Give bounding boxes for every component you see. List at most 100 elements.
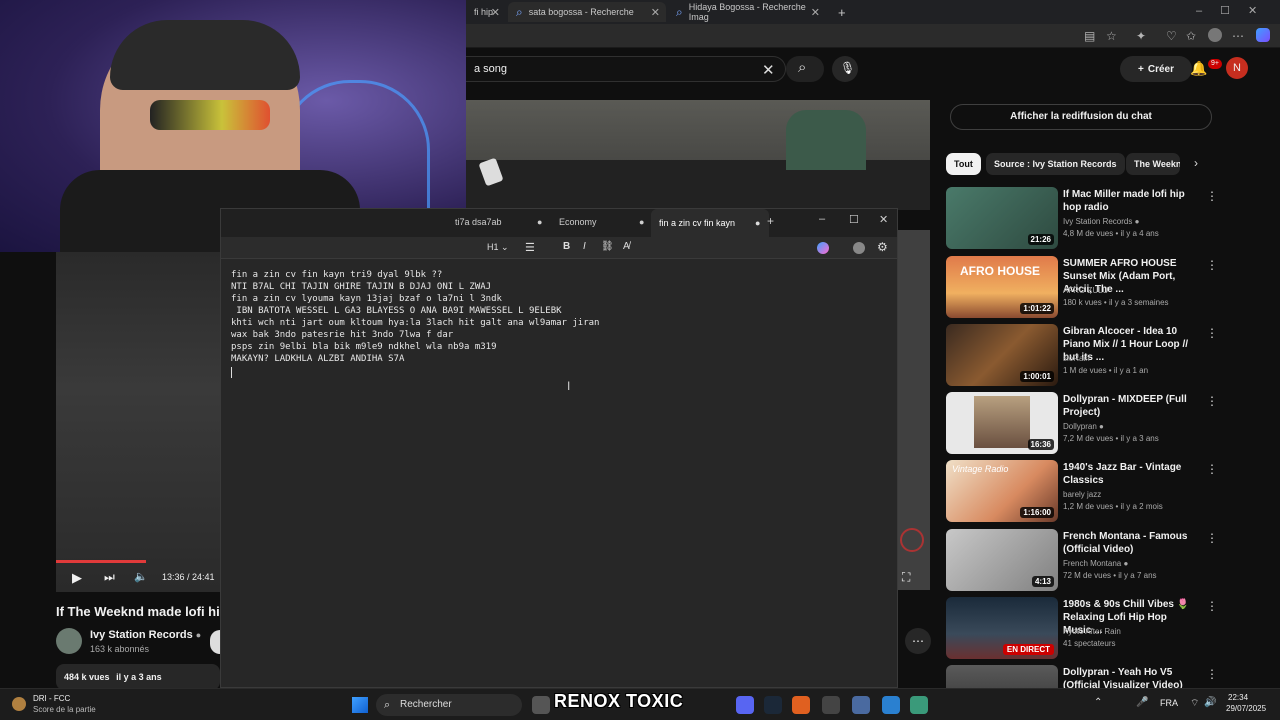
clock-time[interactable]: 22:34	[1228, 693, 1248, 702]
clear-format-icon[interactable]: A̸	[623, 241, 630, 252]
video-title[interactable]: 1940's Jazz Bar - Vintage Classics	[1063, 461, 1195, 487]
chat-replay-button[interactable]: Afficher la rediffusion du chat	[950, 104, 1212, 130]
weather-widget-icon[interactable]	[12, 697, 26, 711]
more-vert-icon[interactable]: ⋮	[1206, 326, 1218, 340]
video-player-top[interactable]	[466, 100, 930, 210]
video-thumbnail[interactable]: 4:13	[946, 529, 1058, 591]
chevron-right-icon[interactable]: ›	[1194, 156, 1198, 170]
more-vert-icon[interactable]: ⋮	[1206, 667, 1218, 681]
channel-name[interactable]: sloRain	[1063, 354, 1090, 363]
chip-source[interactable]: Source : Ivy Station Records	[986, 153, 1125, 175]
voice-search-button[interactable]: 🎙	[832, 56, 858, 82]
steam-icon[interactable]	[764, 696, 782, 714]
close-icon[interactable]: ✕	[811, 6, 820, 19]
discord-icon[interactable]	[736, 696, 754, 714]
list-icon[interactable]: ☰	[525, 241, 535, 254]
chatgpt-icon[interactable]	[822, 696, 840, 714]
video-title[interactable]: French Montana - Famous (Official Video)	[1063, 530, 1195, 556]
close-icon[interactable]: ✕	[651, 6, 660, 19]
channel-name[interactable]: French Montana ●	[1063, 559, 1128, 568]
window-controls[interactable]: –☐✕	[1196, 4, 1275, 17]
search-button[interactable]: ⌕	[786, 56, 824, 82]
bell-icon[interactable]: 🔔	[1190, 60, 1207, 77]
browser-tab-2[interactable]: ⌕ sata bogossa - Recherche ✕	[508, 2, 666, 22]
favorites-icon[interactable]: ♡	[1166, 29, 1177, 43]
more-vert-icon[interactable]: ⋮	[1206, 531, 1218, 545]
video-thumbnail[interactable]: 1:00:01	[946, 324, 1058, 386]
more-vert-icon[interactable]: ⋮	[1206, 258, 1218, 272]
more-vert-icon[interactable]: ⋮	[1206, 462, 1218, 476]
notepad-text-area[interactable]: fin a zin cv fin kayn tri9 dyal 9lbk ?? N…	[231, 269, 599, 365]
bold-icon[interactable]: B	[563, 241, 570, 252]
minimize-icon[interactable]: –	[819, 213, 825, 225]
windows-start-icon[interactable]	[352, 697, 368, 713]
browser-tab-3[interactable]: ⌕ Hidaya Bogossa - Recherche Imag ✕	[668, 2, 826, 22]
video-thumbnail[interactable]: Vintage Radio 1:16:00	[946, 460, 1058, 522]
close-icon[interactable]: ✕	[879, 213, 888, 226]
collections-icon[interactable]: ✩	[1186, 29, 1196, 43]
more-icon[interactable]: ⋯	[905, 628, 931, 654]
italic-icon[interactable]: I	[583, 241, 586, 252]
chip-the-weeknd[interactable]: The Weekn	[1126, 153, 1180, 175]
more-vert-icon[interactable]: ⋮	[1206, 599, 1218, 613]
network-icon[interactable]: ⌔	[1190, 697, 1199, 710]
profile-icon[interactable]	[1208, 28, 1222, 42]
mic-icon[interactable]: 🎤	[1136, 697, 1148, 708]
subscribe-button[interactable]	[210, 630, 220, 654]
video-thumbnail[interactable]: 21:26	[946, 187, 1058, 249]
account-icon[interactable]	[853, 242, 865, 254]
settings-icon[interactable]	[852, 696, 870, 714]
recommendation-item[interactable]: 16:36 Dollypran - MIXDEEP (Full Project)…	[946, 392, 1226, 456]
notepad-tab-1[interactable]: ti7a dsa7ab	[455, 217, 502, 227]
channel-name[interactable]: AFRO ZULU	[1063, 286, 1108, 295]
taskbar-search[interactable]: ⌕ Rechercher	[376, 694, 522, 716]
menu-icon[interactable]: ⋯	[1232, 29, 1244, 43]
close-icon[interactable]: ✕	[762, 61, 775, 79]
maximize-icon[interactable]: ☐	[849, 213, 859, 226]
recommendation-item[interactable]: 21:26 If Mac Miller made lofi hip hop ra…	[946, 187, 1226, 251]
volume-icon[interactable]: 🔈	[134, 570, 148, 583]
recommendation-item[interactable]: EN DIRECT 1980s & 90s Chill Vibes 🌷 Rela…	[946, 597, 1226, 661]
video-player-right[interactable]: ⛶	[898, 230, 930, 590]
more-vert-icon[interactable]: ⋮	[1206, 189, 1218, 203]
recommendation-item[interactable]: 4:13 French Montana - Famous (Official V…	[946, 529, 1226, 593]
video-title[interactable]: If Mac Miller made lofi hip hop radio	[1063, 188, 1195, 214]
clock-date[interactable]: 29/07/2025	[1226, 704, 1266, 713]
heading-dropdown[interactable]: H1 ⌄	[487, 242, 509, 253]
star-icon[interactable]: ☆	[1106, 29, 1117, 43]
video-thumbnail[interactable]: EN DIRECT	[946, 597, 1058, 659]
video-player-left[interactable]	[56, 252, 220, 592]
recommendation-item[interactable]: Vintage Radio 1:16:00 1940's Jazz Bar - …	[946, 460, 1226, 524]
copilot-icon[interactable]	[1256, 28, 1270, 42]
new-tab-button[interactable]: +	[767, 214, 774, 228]
copilot-icon[interactable]	[817, 242, 829, 254]
recommendation-item[interactable]: 1:00:01 Gibran Alcocer - Idea 10 Piano M…	[946, 324, 1226, 388]
channel-name[interactable]: Kyoto After Rain	[1063, 627, 1121, 636]
extension-icon[interactable]: ✦	[1136, 29, 1146, 43]
language-indicator[interactable]: FRA	[1160, 698, 1178, 708]
channel-name[interactable]: Dollypran ●	[1063, 422, 1104, 431]
video-title[interactable]: Dollypran - MIXDEEP (Full Project)	[1063, 393, 1195, 419]
video-thumbnail[interactable]: AFRO HOUSE 1:01:22	[946, 256, 1058, 318]
notepad-tab-2[interactable]: Economy	[559, 217, 597, 227]
app-icon[interactable]	[792, 696, 810, 714]
avatar[interactable]: N	[1226, 57, 1248, 79]
more-vert-icon[interactable]: ⋮	[1206, 394, 1218, 408]
browser-tab-1[interactable]: fi hip ✕	[466, 2, 506, 22]
weather-title[interactable]: DRI - FCC	[33, 694, 70, 703]
next-icon[interactable]: ⏭	[104, 570, 115, 585]
volume-icon[interactable]: 🔊	[1204, 697, 1216, 708]
channel-name[interactable]: Ivy Station Records ●	[90, 629, 201, 641]
reader-icon[interactable]: ▤	[1084, 29, 1095, 43]
fullscreen-icon[interactable]: ⛶	[902, 570, 910, 585]
channel-name[interactable]: Ivy Station Records ●	[1063, 217, 1139, 226]
channel-name[interactable]: barely jazz	[1063, 490, 1101, 499]
edge-icon[interactable]	[882, 696, 900, 714]
task-view-icon[interactable]	[532, 696, 550, 714]
channel-avatar[interactable]	[56, 628, 82, 654]
recommendation-item[interactable]: Dollypran - Yeah Ho V5 (Official Visuali…	[946, 665, 1226, 688]
video-title[interactable]: Dollypran - Yeah Ho V5 (Official Visuali…	[1063, 666, 1195, 688]
close-icon[interactable]: ✕	[491, 6, 500, 19]
chevron-up-icon[interactable]: ⌃	[1094, 697, 1102, 708]
play-icon[interactable]: ▶	[72, 570, 82, 586]
